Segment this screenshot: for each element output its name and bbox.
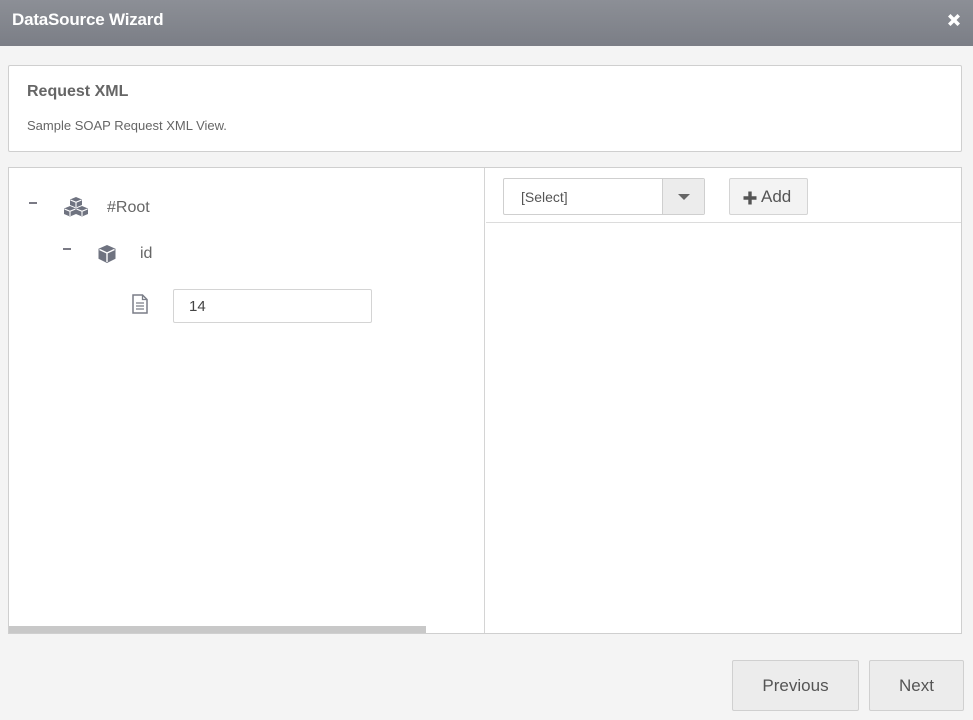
add-button[interactable]: Add — [729, 178, 808, 215]
next-button[interactable]: Next — [869, 660, 964, 711]
content-panel: #Root id [Select] — [8, 167, 962, 634]
chevron-down-icon — [678, 194, 690, 200]
horizontal-scrollbar[interactable] — [9, 626, 426, 633]
tree-node-id-label[interactable]: id — [140, 245, 152, 263]
element-select-value: [Select] — [521, 189, 568, 205]
mapping-pane: [Select] Add — [486, 168, 961, 633]
element-select[interactable]: [Select] — [503, 178, 705, 215]
node-value-input[interactable] — [173, 289, 372, 323]
cubes-icon — [63, 196, 89, 223]
step-title: Request XML — [27, 83, 129, 100]
select-dropdown-button[interactable] — [662, 179, 704, 214]
dialog-titlebar: DataSource Wizard — [0, 0, 973, 46]
mapping-toolbar: [Select] Add — [486, 168, 961, 223]
add-button-label: Add — [761, 187, 792, 206]
tree-node-root-label[interactable]: #Root — [107, 199, 150, 217]
xml-tree-pane: #Root id — [9, 168, 485, 633]
collapse-id-toggle[interactable] — [63, 244, 73, 254]
collapse-root-toggle[interactable] — [29, 198, 39, 208]
close-icon[interactable] — [945, 11, 963, 29]
plus-icon — [743, 190, 757, 205]
document-icon — [131, 294, 149, 319]
previous-button[interactable]: Previous — [732, 660, 859, 711]
cube-icon — [97, 244, 117, 269]
step-description: Sample SOAP Request XML View. — [27, 118, 227, 133]
step-header: Request XML Sample SOAP Request XML View… — [8, 65, 962, 152]
dialog-title: DataSource Wizard — [12, 10, 164, 29]
